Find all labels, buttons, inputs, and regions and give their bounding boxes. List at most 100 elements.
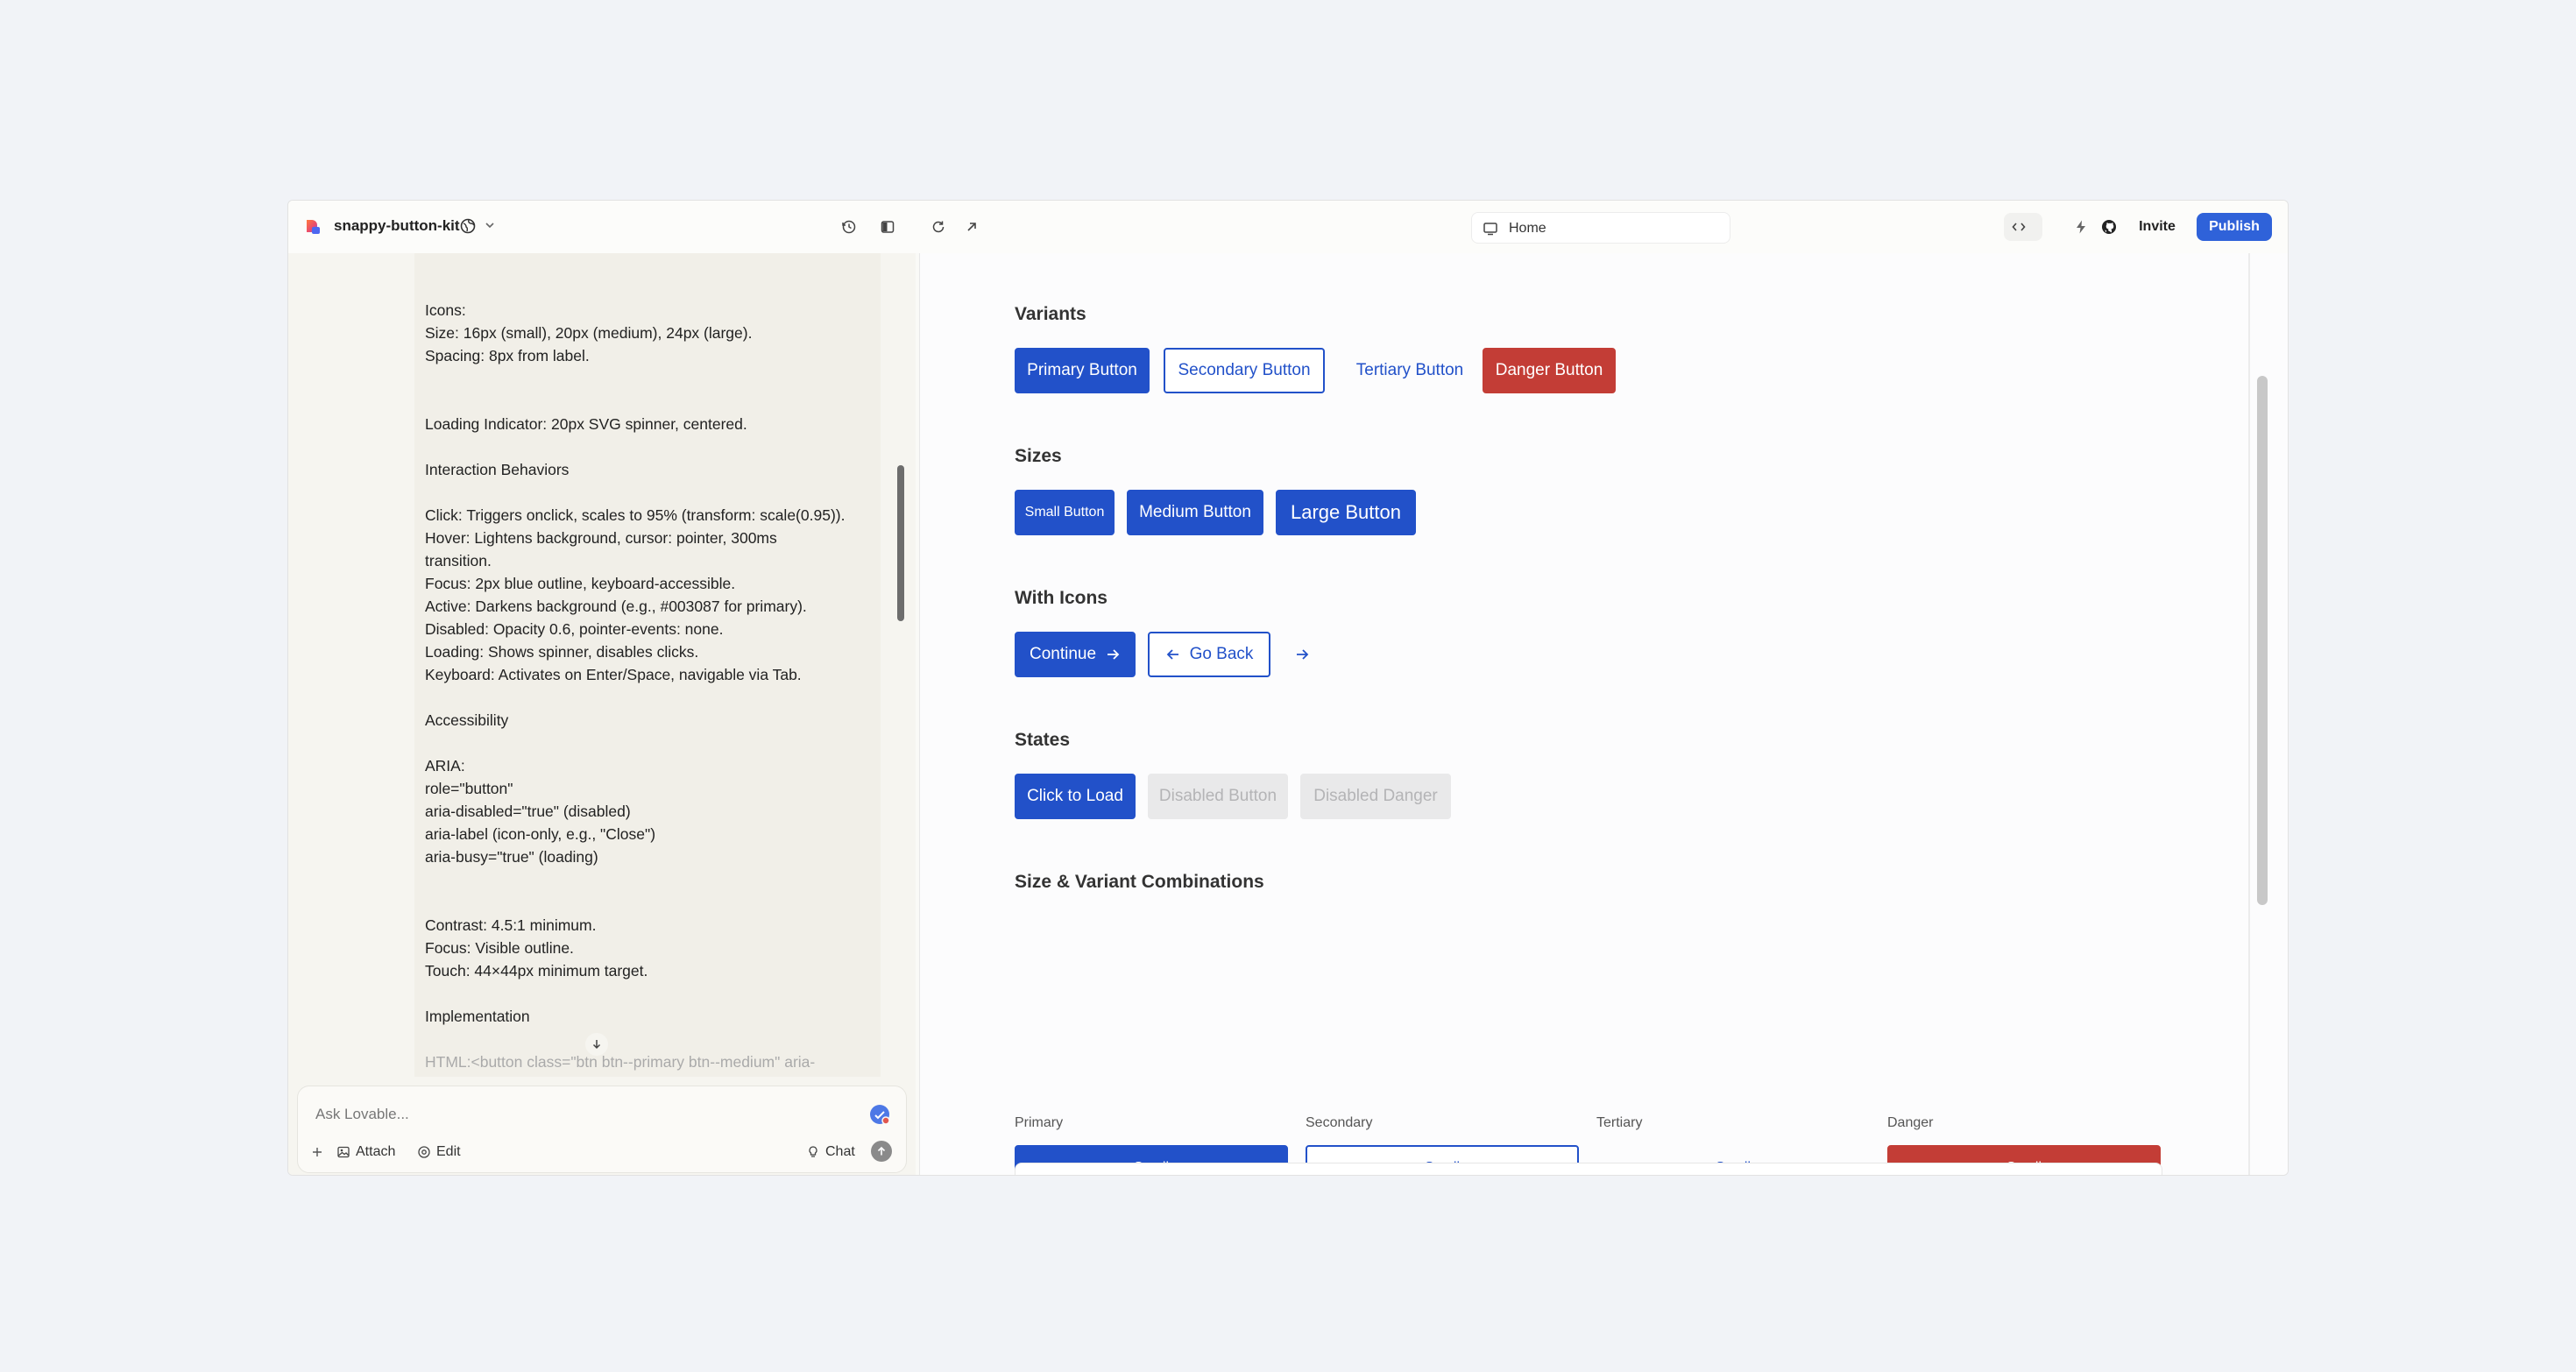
url-path: Home (1509, 221, 1546, 236)
code-view-toggle[interactable] (2004, 213, 2042, 241)
chat-line: Click: Triggers onclick, scales to 95% (… (425, 506, 846, 524)
lovable-logo-icon[interactable] (304, 218, 322, 236)
chat-line: Size: 16px (small), 20px (medium), 24px … (425, 324, 753, 342)
danger-button[interactable]: Danger Button (1483, 348, 1616, 393)
arrow-down-icon (592, 1040, 601, 1050)
chat-line: Spacing: 8px from label. (425, 347, 590, 364)
disabled-danger-button: Disabled Danger (1300, 774, 1451, 819)
chat-panel: Icons: Size: 16px (small), 20px (medium),… (288, 253, 916, 1175)
image-icon (337, 1146, 350, 1158)
chat-line: Focus: 2px blue outline, keyboard-access… (425, 575, 736, 592)
send-button[interactable] (871, 1141, 892, 1162)
continue-button[interactable]: Continue (1015, 632, 1136, 677)
chat-line: Hover: Lightens background, cursor: poin… (425, 529, 777, 547)
chat-line (425, 982, 881, 1005)
chat-line: transition. (425, 552, 492, 569)
chat-line: aria-busy="true" (loading) (425, 848, 598, 866)
chat-line (425, 732, 881, 754)
url-bar[interactable]: Home (1471, 212, 1730, 244)
chat-line (425, 481, 881, 504)
medium-button[interactable]: Medium Button (1127, 490, 1263, 535)
combo-header-primary: Primary (1015, 1115, 1064, 1130)
arrow-up-icon (877, 1146, 886, 1156)
states-title: States (1015, 730, 1071, 750)
history-icon[interactable] (837, 215, 861, 239)
chat-line: aria-disabled="true" (disabled) (425, 803, 631, 820)
chat-line: Implementation (425, 1008, 530, 1025)
chat-line: aria-label (icon-only, e.g., "Close") (425, 825, 656, 843)
combo-header-tertiary: Tertiary (1596, 1115, 1643, 1130)
preview-scroll-track (2248, 253, 2250, 1175)
chat-line: Accessibility (425, 711, 509, 729)
arrow-right-icon (1108, 649, 1120, 660)
lovable-avatar-icon[interactable] (869, 1104, 890, 1125)
disabled-button: Disabled Button (1148, 774, 1288, 819)
top-bar: snappy-button-kit Home Invite Publish (288, 201, 2288, 253)
go-back-label: Go Back (1189, 645, 1254, 663)
chat-line: HTML:<button class="btn btn--primary btn… (425, 1053, 816, 1071)
chat-line: ARIA: (425, 757, 465, 774)
chat-line: Focus: Visible outline. (425, 939, 574, 957)
chat-scrollbar[interactable] (897, 465, 904, 621)
preview-panel: Variants Primary Button Secondary Button… (919, 253, 2288, 1175)
primary-button[interactable]: Primary Button (1015, 348, 1150, 393)
secondary-button[interactable]: Secondary Button (1164, 348, 1325, 393)
preview-scrollbar[interactable] (2257, 376, 2268, 905)
scroll-to-bottom-button[interactable] (585, 1033, 608, 1056)
refresh-icon[interactable] (926, 215, 951, 239)
chat-line: role="button" (425, 780, 513, 797)
lightbulb-icon (809, 1146, 817, 1157)
chat-line: Touch: 44×44px minimum target. (425, 962, 648, 979)
chat-message: Icons: Size: 16px (small), 20px (medium),… (414, 253, 881, 1077)
attach-button[interactable]: Attach (336, 1141, 395, 1163)
chat-line: Contrast: 4.5:1 minimum. (425, 916, 597, 934)
chat-line: Active: Darkens background (e.g., #00308… (425, 598, 807, 615)
add-button[interactable] (310, 1141, 329, 1163)
publish-button[interactable]: Publish (2197, 213, 2272, 241)
combinations-title: Size & Variant Combinations (1015, 872, 1264, 892)
combo-header-secondary: Secondary (1306, 1115, 1373, 1130)
arrow-right-icon (1297, 649, 1309, 660)
sizes-title: Sizes (1015, 446, 1062, 466)
arrow-left-icon (1166, 649, 1178, 660)
edit-target-icon (418, 1146, 430, 1158)
chat-line: Loading: Shows spinner, disables clicks. (425, 643, 699, 661)
attach-label: Attach (356, 1144, 396, 1159)
chat-label: Chat (825, 1144, 855, 1159)
globe-icon[interactable] (460, 218, 476, 234)
click-to-load-button[interactable]: Click to Load (1015, 774, 1136, 819)
app-window: snappy-button-kit Home Invite Publish Ic… (287, 200, 2289, 1176)
large-button[interactable]: Large Button (1276, 490, 1416, 535)
icon-only-next-button[interactable] (1281, 632, 1323, 677)
bolt-icon[interactable] (2069, 215, 2093, 239)
go-back-button[interactable]: Go Back (1148, 632, 1270, 677)
chat-line: Keyboard: Activates on Enter/Space, navi… (425, 666, 802, 683)
composer-toolbar: Attach Edit Chat (310, 1141, 897, 1163)
edit-button[interactable]: Edit (417, 1141, 461, 1163)
sidebar-toggle-icon[interactable] (875, 215, 900, 239)
chat-line (425, 390, 881, 413)
invite-button[interactable]: Invite (2127, 213, 2188, 241)
chat-line (425, 1028, 881, 1050)
tertiary-button[interactable]: Tertiary Button (1341, 348, 1479, 393)
chat-line (425, 868, 881, 891)
chat-line (425, 891, 881, 914)
chat-line: Loading Indicator: 20px SVG spinner, cen… (425, 415, 747, 433)
combo-header-danger: Danger (1887, 1115, 1934, 1130)
edit-label: Edit (436, 1144, 461, 1159)
variants-title: Variants (1015, 304, 1086, 324)
chat-line (425, 686, 881, 709)
chat-line: Interaction Behaviors (425, 461, 570, 478)
open-external-icon[interactable] (959, 215, 984, 239)
chevron-down-icon[interactable] (483, 218, 497, 232)
chat-mode-button[interactable]: Chat (806, 1141, 855, 1163)
chat-line (425, 367, 881, 390)
project-name[interactable]: snappy-button-kit (334, 217, 460, 235)
chat-line (425, 435, 881, 458)
github-icon[interactable] (2097, 215, 2121, 239)
chat-line: Disabled: Opacity 0.6, pointer-events: n… (425, 620, 724, 638)
small-button[interactable]: Small Button (1015, 490, 1115, 535)
monitor-icon (1483, 223, 1497, 236)
chat-input[interactable] (314, 1102, 808, 1127)
plus-icon (313, 1148, 322, 1156)
